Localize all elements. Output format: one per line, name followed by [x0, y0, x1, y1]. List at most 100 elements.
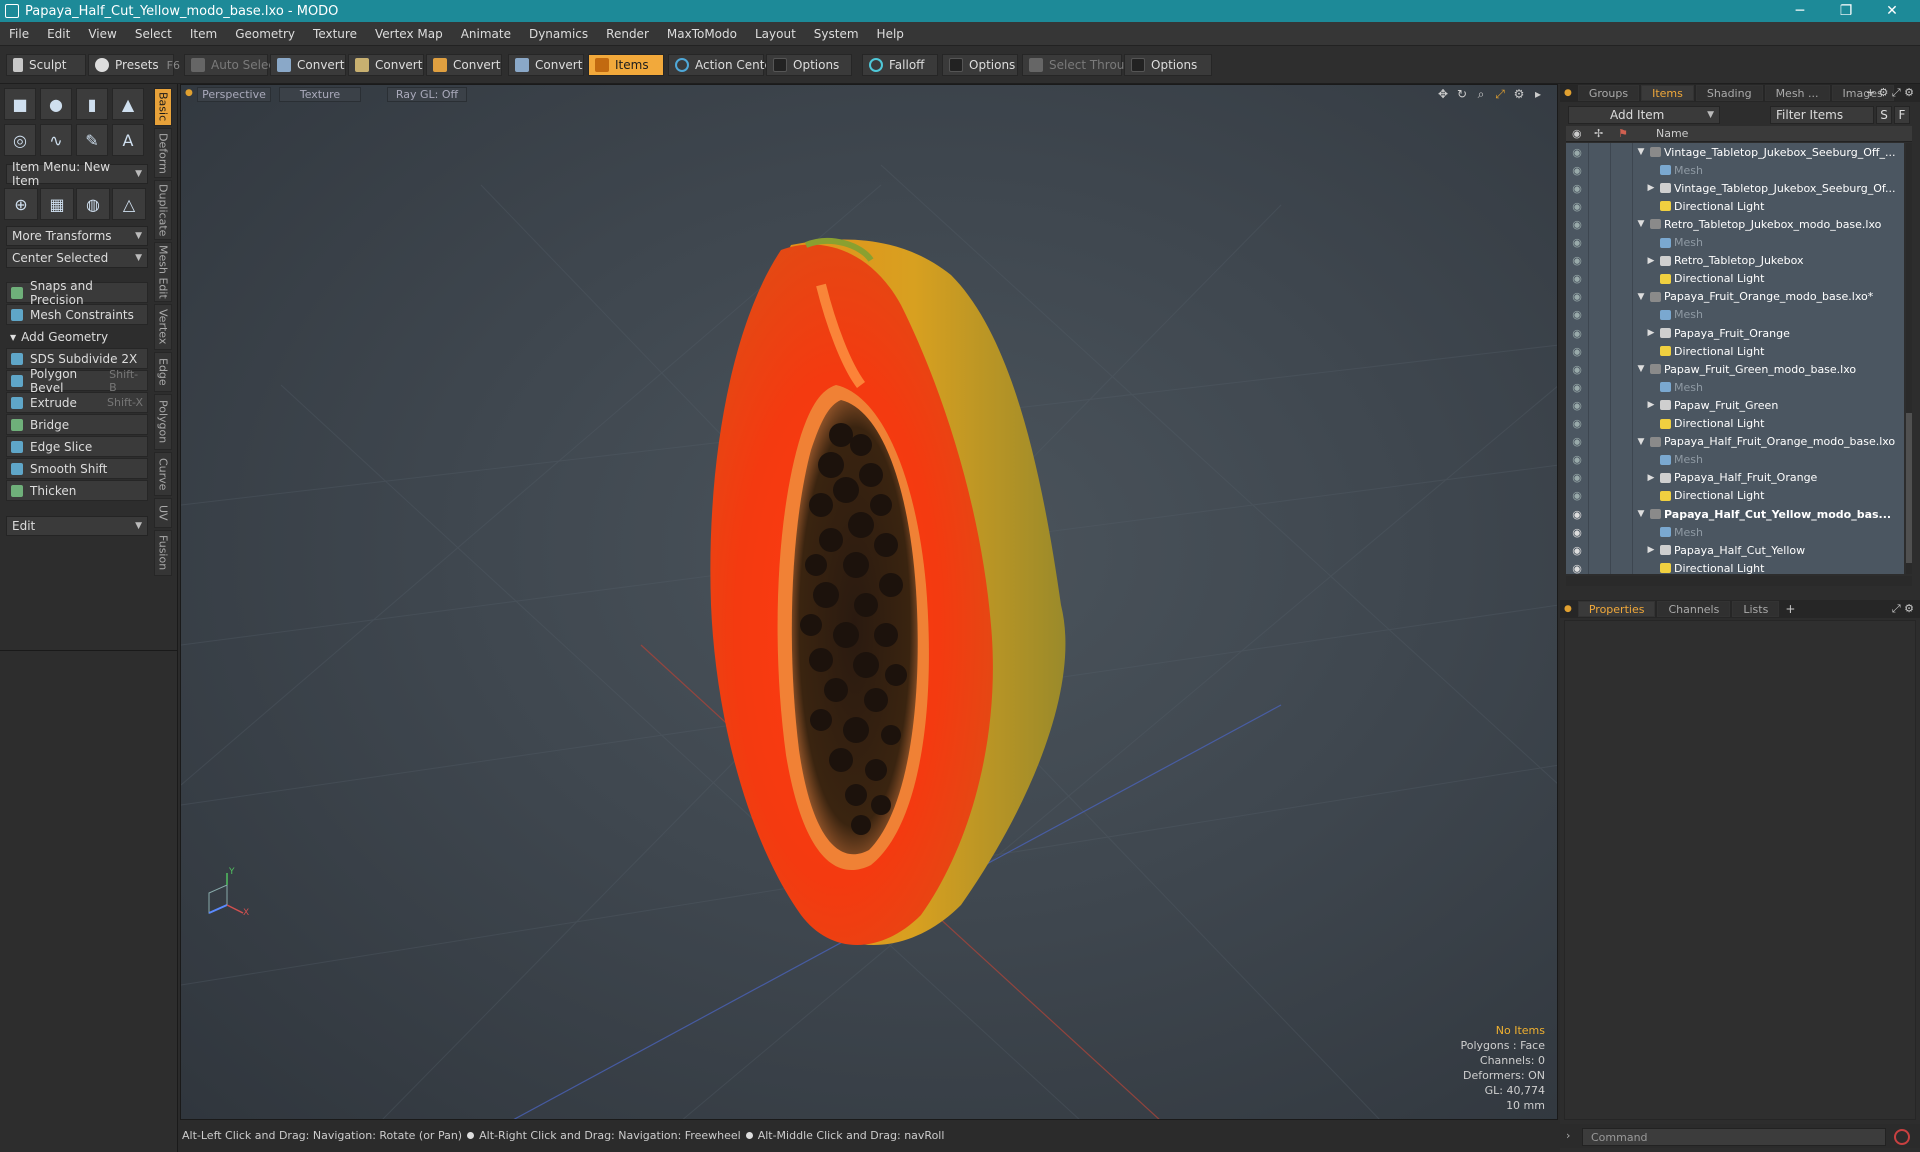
vtab-curve[interactable]: Curve: [154, 452, 172, 496]
menu-maxtomodo[interactable]: MaxToModo: [658, 27, 746, 41]
tab-items[interactable]: Items: [1641, 85, 1694, 101]
visibility-eye-icon[interactable]: ◉: [1570, 218, 1584, 231]
menu-select[interactable]: Select: [126, 27, 181, 41]
chevron-down-icon[interactable]: ▼: [1636, 147, 1646, 157]
visibility-eye-icon[interactable]: ◉: [1570, 417, 1584, 430]
vtab-basic[interactable]: Basic: [154, 88, 172, 126]
item-row-group[interactable]: ◉ ▶ Retro_Tabletop_Jukebox: [1566, 252, 1904, 270]
pen-icon[interactable]: ✎: [76, 124, 108, 156]
item-row-mesh[interactable]: ◉ Mesh: [1566, 306, 1904, 324]
items-mode-button[interactable]: Items: [588, 54, 664, 76]
visibility-eye-icon[interactable]: ◉: [1570, 363, 1584, 376]
expand-icon[interactable]: ⤢: [1892, 602, 1901, 615]
visibility-eye-icon[interactable]: ◉: [1570, 399, 1584, 412]
item-row-group[interactable]: ◉ ▶ Papaya_Half_Cut_Yellow: [1566, 541, 1904, 559]
close-button[interactable]: ✕: [1870, 0, 1914, 22]
item-row-mesh[interactable]: ◉ Mesh: [1566, 451, 1904, 469]
chevron-down-icon[interactable]: ▼: [1636, 364, 1646, 374]
action-center-button[interactable]: Action Center: [668, 54, 777, 76]
more-transforms-dropdown[interactable]: More Transforms ▼: [6, 226, 148, 246]
lock-column-icon[interactable]: ✢: [1594, 127, 1603, 140]
scrollbar-thumb[interactable]: [1906, 413, 1912, 563]
tab-lists[interactable]: Lists: [1732, 601, 1780, 617]
add-item-dropdown[interactable]: Add Item ▼: [1568, 106, 1720, 124]
menu-system[interactable]: System: [805, 27, 868, 41]
globe-icon[interactable]: ◍: [76, 188, 110, 220]
item-row-scene[interactable]: ◉ ▼ Vintage_Tabletop_Jukebox_Seeburg_Off_.…: [1566, 143, 1904, 161]
item-row-mesh[interactable]: ◉ Mesh: [1566, 378, 1904, 396]
gear-icon[interactable]: ⚙: [1904, 602, 1914, 615]
falloff-button[interactable]: Falloff: [862, 54, 938, 76]
gear-icon[interactable]: ⚙: [1878, 86, 1888, 99]
visibility-eye-icon[interactable]: ◉: [1570, 236, 1584, 249]
item-row-scene[interactable]: ◉ ▼ Papaw_Fruit_Green_modo_base.lxo: [1566, 360, 1904, 378]
cube-icon[interactable]: ■: [4, 88, 36, 120]
visibility-eye-icon[interactable]: ◉: [1570, 182, 1584, 195]
item-row-light[interactable]: ◉ Directional Light: [1566, 487, 1904, 505]
chevron-right-icon[interactable]: ▶: [1646, 183, 1656, 193]
smooth-shift-button[interactable]: Smooth Shift: [6, 458, 148, 479]
edit-dropdown[interactable]: Edit ▼: [6, 516, 148, 536]
item-row-scene[interactable]: ◉ ▼ Papaya_Half_Fruit_Orange_modo_base.lxo: [1566, 433, 1904, 451]
visibility-eye-icon[interactable]: ◉: [1570, 381, 1584, 394]
command-input[interactable]: Command: [1582, 1128, 1886, 1146]
item-row-mesh[interactable]: ◉ Mesh: [1566, 234, 1904, 252]
menu-animate[interactable]: Animate: [452, 27, 520, 41]
item-row-mesh[interactable]: ◉ Mesh: [1566, 523, 1904, 541]
item-row-scene[interactable]: ◉ ▼ Papaya_Half_Cut_Yellow_modo_bas...: [1566, 505, 1904, 523]
snaps-precision-button[interactable]: Snaps and Precision: [6, 279, 148, 307]
raygl-button[interactable]: Ray GL: Off: [387, 87, 467, 102]
panel-menu-icon[interactable]: ●: [1564, 88, 1572, 98]
grid-icon[interactable]: ▦: [40, 188, 74, 220]
item-row-light[interactable]: ◉ Directional Light: [1566, 197, 1904, 215]
tab-groups[interactable]: Groups: [1577, 85, 1640, 101]
auto-select-button[interactable]: Auto Select: [184, 54, 280, 76]
select-through-button[interactable]: Select Through: [1022, 54, 1140, 76]
vtab-deform[interactable]: Deform: [154, 128, 172, 178]
texture-button[interactable]: Texture: [279, 87, 361, 102]
play-arrow-icon[interactable]: ▸: [1531, 87, 1545, 101]
visibility-eye-icon[interactable]: ◉: [1570, 272, 1584, 285]
item-row-group[interactable]: ◉ ▶ Papaya_Half_Fruit_Orange: [1566, 469, 1904, 487]
visibility-eye-icon[interactable]: ◉: [1570, 290, 1584, 303]
chevron-right-icon[interactable]: ▶: [1646, 328, 1656, 338]
visibility-eye-icon[interactable]: ◉: [1570, 526, 1584, 539]
convert-button-4[interactable]: Convert: [508, 54, 584, 76]
visibility-eye-icon[interactable]: ◉: [1570, 471, 1584, 484]
chevron-right-icon[interactable]: ▶: [1646, 473, 1656, 483]
minimize-button[interactable]: ─: [1778, 0, 1822, 22]
visibility-eye-icon[interactable]: ◉: [1570, 508, 1584, 521]
render-column-icon[interactable]: ⚑: [1618, 127, 1628, 140]
move-view-icon[interactable]: ✥: [1436, 87, 1450, 101]
chevron-down-icon[interactable]: ▼: [1636, 437, 1646, 447]
tab-channels[interactable]: Channels: [1657, 601, 1731, 617]
vtab-fusion[interactable]: Fusion: [154, 530, 172, 576]
item-menu-dropdown[interactable]: Item Menu: New Item ▼: [6, 160, 148, 188]
maximize-button[interactable]: ❐: [1824, 0, 1868, 22]
rotate-view-icon[interactable]: ↻: [1455, 87, 1469, 101]
menu-layout[interactable]: Layout: [746, 27, 805, 41]
menu-texture[interactable]: Texture: [304, 27, 366, 41]
menu-help[interactable]: Help: [868, 27, 913, 41]
tab-mesh[interactable]: Mesh ...: [1764, 85, 1830, 101]
menu-view[interactable]: View: [79, 27, 125, 41]
filter-f-button[interactable]: F: [1894, 106, 1910, 124]
horizontal-scrollbar[interactable]: [1566, 576, 1912, 586]
item-row-light[interactable]: ◉ Directional Light: [1566, 342, 1904, 360]
fit-view-icon[interactable]: ⤢: [1493, 87, 1507, 101]
menu-edit[interactable]: Edit: [38, 27, 79, 41]
item-row-mesh[interactable]: ◉ Mesh: [1566, 161, 1904, 179]
convert-button-3[interactable]: Convert: [426, 54, 502, 76]
visibility-eye-icon[interactable]: ◉: [1570, 544, 1584, 557]
item-list-scrollbar[interactable]: [1906, 143, 1912, 574]
visibility-eye-icon[interactable]: ◉: [1570, 562, 1584, 574]
vtab-duplicate[interactable]: Duplicate: [154, 180, 172, 240]
vtab-polygon[interactable]: Polygon: [154, 394, 172, 450]
thicken-button[interactable]: Thicken: [6, 480, 148, 501]
edge-slice-button[interactable]: Edge Slice: [6, 436, 148, 457]
text-icon[interactable]: A: [112, 124, 144, 156]
item-row-light[interactable]: ◉ Directional Light: [1566, 559, 1904, 574]
mesh-constraints-button[interactable]: Mesh Constraints: [6, 304, 148, 325]
sculpt-button[interactable]: Sculpt: [6, 54, 86, 76]
menu-dynamics[interactable]: Dynamics: [520, 27, 597, 41]
